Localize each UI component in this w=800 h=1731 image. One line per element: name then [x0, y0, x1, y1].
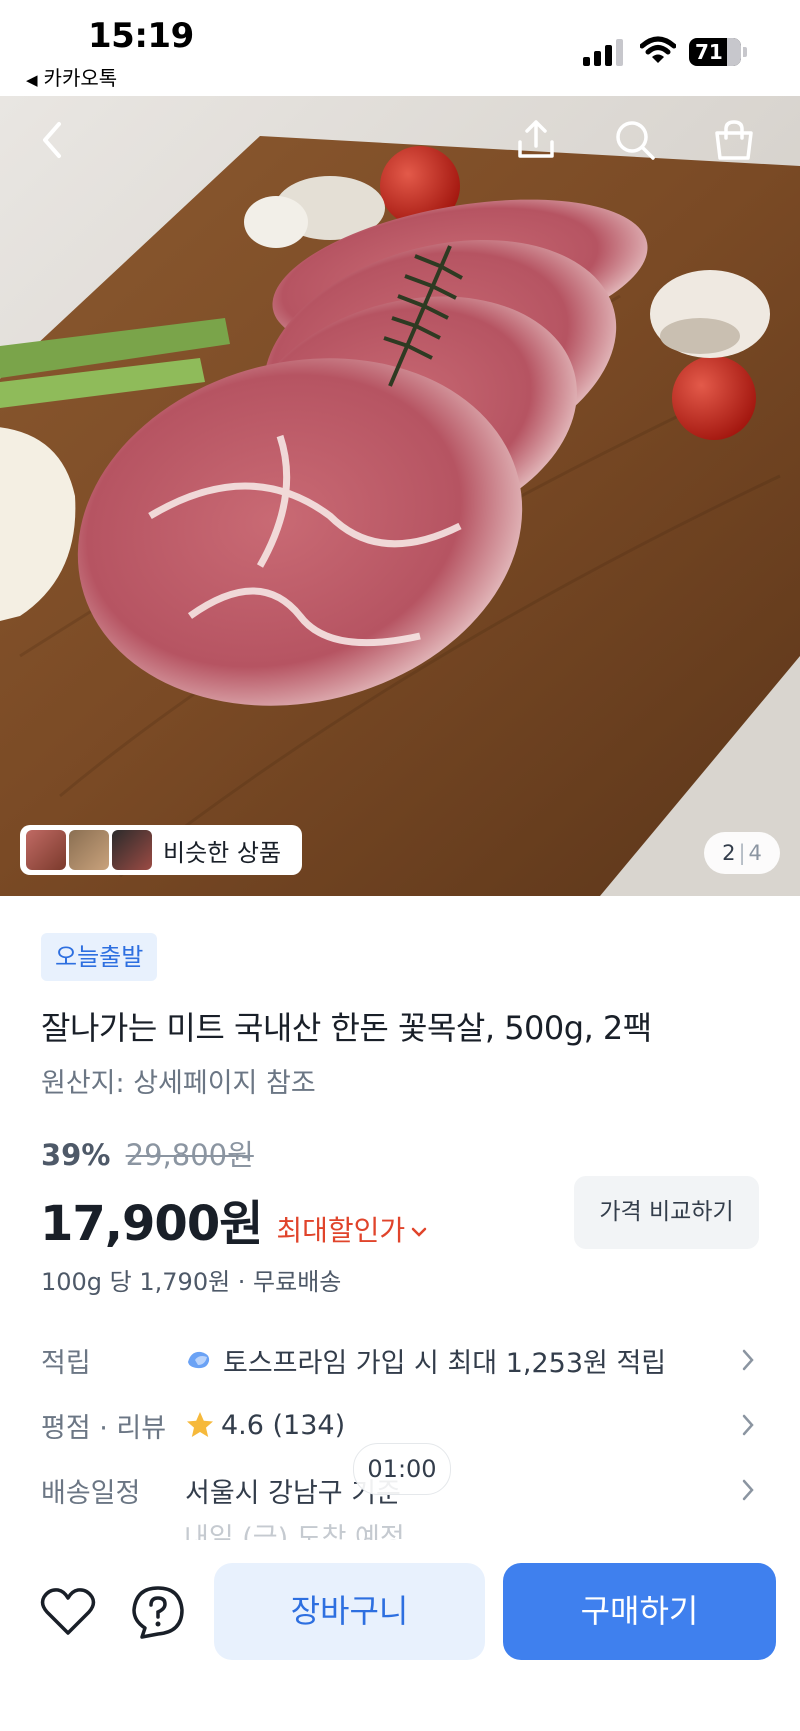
rating-value: 4.6 (134): [221, 1409, 346, 1441]
similar-thumb: [26, 830, 66, 870]
share-icon: [518, 120, 554, 158]
product-title: 잘나가는 미트 국내산 한돈 꽃목살, 500g, 2팩: [41, 1009, 652, 1047]
chevron-right-icon: [742, 1414, 754, 1436]
rating-label: 평점 · 리뷰: [41, 1412, 167, 1444]
shopping-bag-icon: [715, 120, 753, 160]
search-icon: [616, 121, 655, 160]
similar-thumb: [112, 830, 152, 870]
wifi-icon: [640, 36, 676, 63]
help-question-icon: [132, 1586, 184, 1639]
cellular-signal-icon: [583, 38, 625, 66]
price-row: 17,900원 최대할인가: [40, 1184, 427, 1254]
countdown-timer: 01:00: [353, 1443, 451, 1495]
original-price: 29,800원: [125, 1138, 254, 1172]
wishlist-button[interactable]: [36, 1580, 100, 1644]
similar-products-button[interactable]: 비슷한 상품: [20, 825, 302, 875]
unit-price: 100g 당 1,790원 · 무료배송: [41, 1268, 342, 1296]
search-button[interactable]: [607, 112, 663, 168]
image-pager: 2 | 4: [704, 832, 780, 874]
heart-icon: [40, 1588, 96, 1635]
max-discount-toggle[interactable]: 최대할인가: [276, 1209, 427, 1249]
chevron-right-icon: [742, 1349, 754, 1371]
buy-now-button[interactable]: 구매하기: [503, 1563, 776, 1660]
discount-rate: 39%: [41, 1138, 111, 1172]
product-image-carousel[interactable]: 비슷한 상품 2 | 4: [0, 96, 800, 896]
toss-prime-icon: [188, 1351, 210, 1369]
battery-icon: 71: [689, 38, 747, 66]
similar-thumb: [69, 830, 109, 870]
status-time: 15:19: [88, 16, 194, 56]
similar-products-label: 비슷한 상품: [163, 838, 282, 867]
pager-current: 2: [722, 841, 736, 865]
shipping-badge: 오늘출발: [41, 933, 158, 981]
price-compare-button[interactable]: 가격 비교하기: [574, 1176, 759, 1249]
sale-price: 17,900원: [40, 1196, 263, 1252]
product-photo: [0, 96, 800, 896]
share-button[interactable]: [508, 112, 564, 168]
delivery-label: 배송일정: [41, 1477, 141, 1509]
back-app-label: 카카오톡: [43, 66, 118, 90]
back-triangle-icon: ◀: [26, 71, 38, 89]
status-bar: 15:19 ◀ 카카오톡 71: [0, 0, 800, 96]
cart-button[interactable]: [706, 112, 762, 168]
chevron-left-icon: [43, 122, 61, 158]
battery-level: 71: [695, 40, 723, 64]
points-row[interactable]: 적립 토스프라임 가입 시 최대 1,253원 적립: [41, 1335, 761, 1385]
discount-row: 39% 29,800원: [41, 1132, 254, 1174]
points-value: 토스프라임 가입 시 최대 1,253원 적립: [223, 1347, 667, 1379]
add-to-cart-button[interactable]: 장바구니: [214, 1563, 485, 1660]
max-discount-label: 최대할인가: [276, 1214, 406, 1247]
points-label: 적립: [41, 1347, 91, 1379]
help-button[interactable]: [126, 1580, 190, 1644]
chevron-down-icon: [411, 1227, 427, 1237]
product-origin: 원산지: 상세페이지 참조: [41, 1068, 316, 1099]
back-to-app-link[interactable]: ◀ 카카오톡: [26, 62, 117, 91]
star-icon: [187, 1412, 213, 1437]
chevron-right-icon: [742, 1479, 754, 1501]
back-button[interactable]: [24, 112, 80, 168]
pager-total: 4: [748, 841, 762, 865]
bottom-action-bar: 장바구니 구매하기: [0, 1540, 800, 1731]
